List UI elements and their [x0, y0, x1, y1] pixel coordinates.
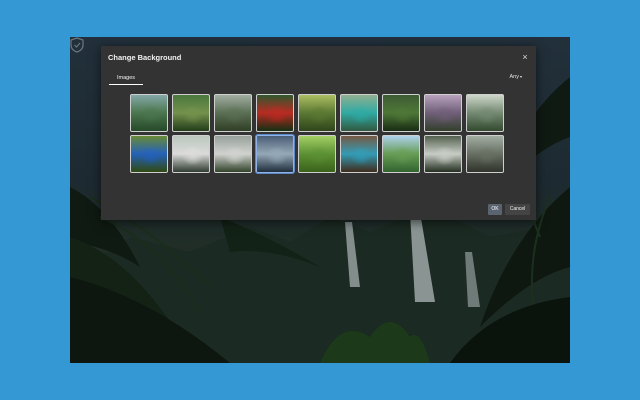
image-grid	[130, 94, 510, 173]
thumb-forest-path[interactable]	[298, 94, 336, 132]
thumb-waterfall-rocks[interactable]	[214, 94, 252, 132]
shield-icon[interactable]	[70, 37, 84, 53]
cancel-button[interactable]: Cancel	[505, 204, 530, 215]
filter-dropdown[interactable]: Any▾	[510, 74, 523, 80]
thumb-river-boulders[interactable]	[466, 135, 504, 173]
ok-button[interactable]: OK	[488, 204, 502, 215]
thumb-dark-jungle[interactable]	[382, 94, 420, 132]
thumb-night-waterfall[interactable]	[256, 135, 294, 173]
filter-label: Any	[509, 74, 519, 80]
thumb-sunset-forest[interactable]	[424, 94, 462, 132]
thumb-monkey[interactable]	[172, 94, 210, 132]
thumb-blue-pool[interactable]	[340, 135, 378, 173]
thumb-river-bank[interactable]	[382, 135, 420, 173]
thumb-turquoise-lake[interactable]	[340, 94, 378, 132]
thumb-chameleon[interactable]	[298, 135, 336, 173]
dialog-title: Change Background	[108, 53, 182, 62]
tab-images[interactable]: Images	[109, 73, 143, 85]
thumb-waterfall-wide[interactable]	[214, 135, 252, 173]
change-background-dialog: Change Background × Images Any▾ OK Cance…	[101, 46, 536, 220]
thumb-foggy-trees[interactable]	[466, 94, 504, 132]
thumb-blue-frog[interactable]	[130, 135, 168, 173]
thumb-valley-mist[interactable]	[130, 94, 168, 132]
thumb-parrot[interactable]	[256, 94, 294, 132]
thumb-rapids[interactable]	[172, 135, 210, 173]
caret-down-icon: ▾	[519, 74, 522, 79]
thumb-tall-falls[interactable]	[424, 135, 462, 173]
close-button[interactable]: ×	[520, 52, 530, 62]
